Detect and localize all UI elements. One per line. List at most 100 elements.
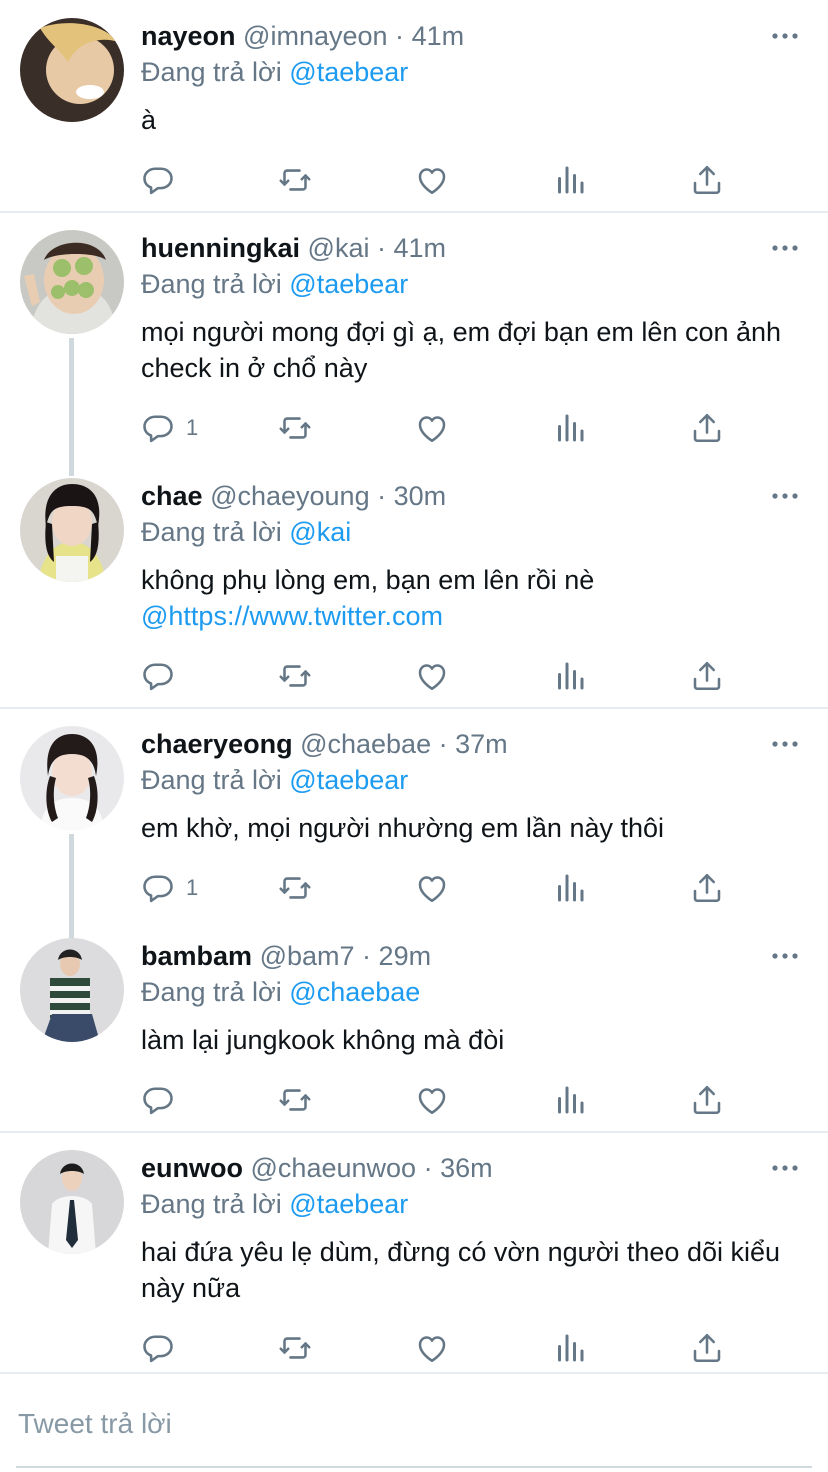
user-handle[interactable]: @chaeyoung xyxy=(210,481,370,511)
reply-count: 1 xyxy=(186,875,199,900)
timestamp[interactable]: 29m xyxy=(379,941,432,971)
reply-mention[interactable]: @taebear xyxy=(289,765,408,795)
tweet-text: em khờ, mọi người nhường em lần này thôi xyxy=(141,813,665,843)
reply-button[interactable]: 1 xyxy=(140,408,198,448)
retweet-icon xyxy=(277,410,313,446)
reply-button[interactable] xyxy=(140,1080,186,1120)
timestamp[interactable]: 41m xyxy=(394,233,447,263)
heart-icon xyxy=(414,1330,450,1366)
user-handle[interactable]: @imnayeon xyxy=(243,21,387,51)
timestamp[interactable]: 30m xyxy=(394,481,447,511)
tweet-text: à xyxy=(141,105,157,135)
stats-icon xyxy=(552,658,588,694)
tweet-text: mọi người mong đợi gì ạ, em đợi bạn em l… xyxy=(141,317,782,383)
share-button[interactable] xyxy=(689,868,725,908)
heart-icon xyxy=(414,870,450,906)
retweet-icon xyxy=(277,1330,313,1366)
stats-icon xyxy=(552,162,588,198)
avatar[interactable] xyxy=(20,1150,124,1254)
avatar[interactable] xyxy=(20,18,124,122)
display-name[interactable]: huenningkai xyxy=(141,233,300,263)
more-icon[interactable] xyxy=(770,486,800,506)
avatar[interactable] xyxy=(20,726,124,830)
divider xyxy=(0,211,828,213)
display-name[interactable]: nayeon xyxy=(141,21,236,51)
more-icon[interactable] xyxy=(770,238,800,258)
retweet-button[interactable] xyxy=(277,1080,313,1120)
separator-dot: · xyxy=(395,21,405,51)
stats-button[interactable] xyxy=(552,1080,588,1120)
replying-to-label: Đang trả lời xyxy=(141,765,282,795)
reply-icon xyxy=(140,1082,176,1118)
user-handle[interactable]: @kai xyxy=(308,233,370,263)
share-icon xyxy=(689,1082,725,1118)
reply-count: 1 xyxy=(186,415,199,440)
share-icon xyxy=(689,410,725,446)
stats-button[interactable] xyxy=(552,656,588,696)
display-name[interactable]: chaeryeong xyxy=(141,729,293,759)
reply-mention[interactable]: @chaebae xyxy=(289,977,420,1007)
share-button[interactable] xyxy=(689,1080,725,1120)
share-button[interactable] xyxy=(689,656,725,696)
heart-icon xyxy=(414,658,450,694)
tweet-link[interactable]: @https://www.twitter.com xyxy=(141,598,811,634)
reply-input[interactable] xyxy=(16,1398,810,1450)
share-button[interactable] xyxy=(689,160,725,200)
more-icon[interactable] xyxy=(770,946,800,966)
reply-button[interactable] xyxy=(140,1328,186,1368)
retweet-button[interactable] xyxy=(277,868,313,908)
like-button[interactable] xyxy=(414,408,450,448)
reply-icon xyxy=(140,658,176,694)
avatar[interactable] xyxy=(20,230,124,334)
stats-button[interactable] xyxy=(552,1328,588,1368)
share-button[interactable] xyxy=(689,408,725,448)
share-button[interactable] xyxy=(689,1328,725,1368)
heart-icon xyxy=(414,1082,450,1118)
share-icon xyxy=(689,162,725,198)
retweet-icon xyxy=(277,1082,313,1118)
stats-button[interactable] xyxy=(552,408,588,448)
reply-mention[interactable]: @taebear xyxy=(289,269,408,299)
more-icon[interactable] xyxy=(770,26,800,46)
avatar[interactable] xyxy=(20,478,124,582)
reply-mention[interactable]: @taebear xyxy=(289,1189,408,1219)
stats-button[interactable] xyxy=(552,868,588,908)
user-handle[interactable]: @chaebae xyxy=(300,729,431,759)
reply-icon xyxy=(140,410,176,446)
retweet-button[interactable] xyxy=(277,408,313,448)
stats-icon xyxy=(552,1330,588,1366)
retweet-button[interactable] xyxy=(277,656,313,696)
reply-button[interactable] xyxy=(140,656,186,696)
timestamp[interactable]: 41m xyxy=(412,21,465,51)
reply-icon xyxy=(140,162,176,198)
timestamp[interactable]: 36m xyxy=(440,1153,493,1183)
avatar[interactable] xyxy=(20,938,124,1042)
retweet-button[interactable] xyxy=(277,1328,313,1368)
like-button[interactable] xyxy=(414,160,450,200)
like-button[interactable] xyxy=(414,868,450,908)
separator-dot: · xyxy=(362,941,372,971)
user-handle[interactable]: @chaeunwoo xyxy=(251,1153,417,1183)
replying-to-label: Đang trả lời xyxy=(141,57,282,87)
display-name[interactable]: eunwoo xyxy=(141,1153,243,1183)
like-button[interactable] xyxy=(414,656,450,696)
retweet-icon xyxy=(277,870,313,906)
timestamp[interactable]: 37m xyxy=(455,729,508,759)
like-button[interactable] xyxy=(414,1328,450,1368)
reply-button[interactable] xyxy=(140,160,186,200)
retweet-icon xyxy=(277,658,313,694)
reply-mention[interactable]: @taebear xyxy=(289,57,408,87)
display-name[interactable]: chae xyxy=(141,481,203,511)
like-button[interactable] xyxy=(414,1080,450,1120)
replying-to-label: Đang trả lời xyxy=(141,977,282,1007)
display-name[interactable]: bambam xyxy=(141,941,252,971)
separator-dot: · xyxy=(438,729,448,759)
user-handle[interactable]: @bam7 xyxy=(260,941,355,971)
reply-button[interactable]: 1 xyxy=(140,868,198,908)
reply-mention[interactable]: @kai xyxy=(289,517,351,547)
stats-button[interactable] xyxy=(552,160,588,200)
stats-icon xyxy=(552,1082,588,1118)
retweet-button[interactable] xyxy=(277,160,313,200)
more-icon[interactable] xyxy=(770,1158,800,1178)
more-icon[interactable] xyxy=(770,734,800,754)
